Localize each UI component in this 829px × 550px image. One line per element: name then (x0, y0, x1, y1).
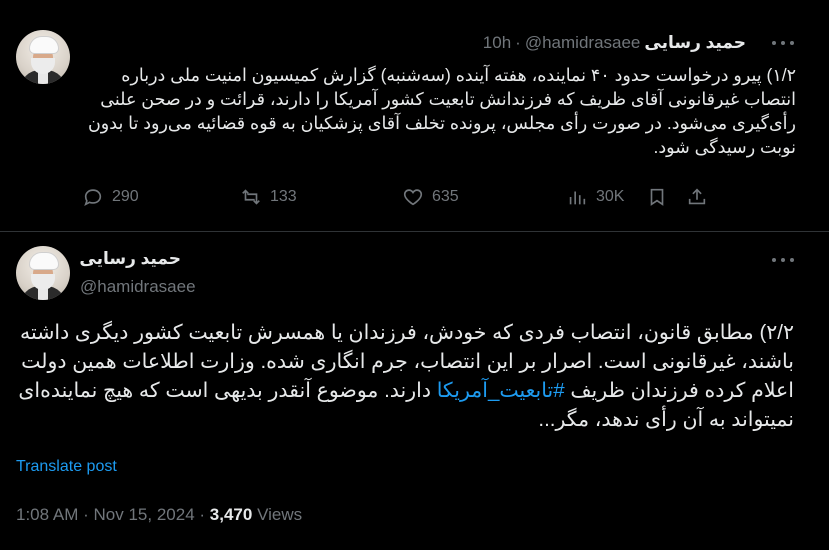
bookmark-icon (650, 188, 664, 206)
separator-dot: · (199, 505, 206, 524)
views-button[interactable]: 30K (566, 186, 624, 208)
heart-icon (403, 189, 423, 206)
views-count: 30K (596, 188, 625, 205)
bookmark-button[interactable] (646, 186, 668, 208)
tweet-date[interactable]: Nov 15, 2024 (94, 505, 195, 524)
translate-post-link[interactable]: Translate post (16, 458, 117, 476)
separator-dot: · (515, 33, 521, 52)
tweet-timestamp[interactable]: 1:08 AM (16, 505, 78, 524)
share-icon (688, 188, 706, 205)
more-options-icon[interactable] (772, 39, 794, 47)
author-name[interactable]: حمید رسایی (644, 33, 746, 53)
tweet-header: 10h · @hamidrasaee حمید رسایی (483, 33, 746, 53)
tweet-text: ۲/۲) مطابق قانون، انتصاب فردی که خودش، ف… (14, 318, 794, 434)
author-avatar[interactable] (16, 30, 70, 84)
like-button[interactable]: 635 (402, 186, 459, 208)
reply-icon (84, 189, 102, 206)
repost-count: 133 (270, 188, 297, 205)
repost-button[interactable]: 133 (240, 186, 297, 208)
reply-count: 290 (112, 188, 139, 205)
hashtag-link[interactable]: #تابعیت_آمریکا (437, 379, 565, 402)
reply-button[interactable]: 290 (82, 186, 139, 208)
tweet-time[interactable]: 10h (483, 33, 511, 53)
author-handle[interactable]: @hamidrasaee (525, 33, 641, 53)
tweet-text: ۱/۲) پیرو درخواست حدود ۴۰ نماینده، هفته … (87, 65, 796, 157)
more-options-icon[interactable] (772, 256, 794, 264)
like-count: 635 (432, 188, 459, 205)
tweet-metadata: 1:08 AM · Nov 15, 2024 · 3,470 Views (16, 505, 302, 525)
share-button[interactable] (686, 186, 708, 208)
views-count: 3,470 (209, 505, 253, 524)
author-avatar[interactable] (16, 246, 70, 300)
views-chart-icon (569, 191, 586, 205)
tweet-divider (0, 231, 829, 232)
separator-dot: · (83, 505, 89, 524)
author-handle[interactable]: @hamidrasaee (80, 277, 196, 297)
views-label: Views (257, 505, 303, 524)
tweet-actions: 290 133 635 30K (82, 186, 792, 214)
repost-icon (242, 189, 260, 205)
author-name[interactable]: حمید رسایی (79, 249, 181, 269)
